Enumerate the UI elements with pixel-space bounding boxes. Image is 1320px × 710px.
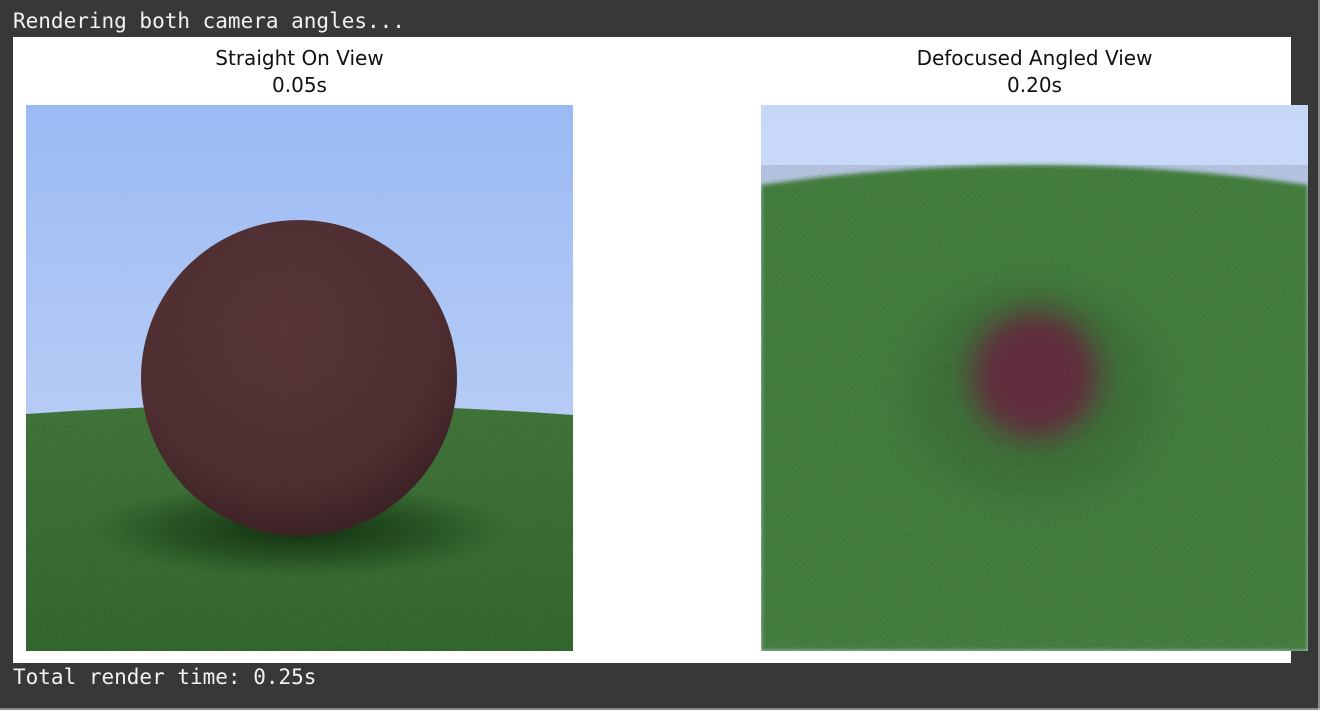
output-cell: Rendering both camera angles... Straight… [0,0,1320,710]
ground-grain [761,165,1308,651]
stdout-footer-line: Total render time: 0.25s [13,665,317,689]
render-image-straight [26,105,573,651]
panel-title-text: Defocused Angled View [916,46,1153,70]
panel-title-defocused: Defocused Angled View 0.20s [761,45,1308,99]
sphere-grain [141,220,457,536]
render-figure: Straight On View 0.05s Defocused Angled … [13,37,1308,663]
panel-title-text: Straight On View [215,46,384,70]
panel-render-time: 0.20s [1007,73,1062,97]
panel-title-straight: Straight On View 0.05s [26,45,573,99]
render-svg-defocused [761,105,1308,651]
panel-render-time: 0.05s [272,73,327,97]
render-image-defocused [761,105,1308,651]
render-svg-straight [26,105,573,651]
stdout-header-line: Rendering both camera angles... [13,9,405,33]
